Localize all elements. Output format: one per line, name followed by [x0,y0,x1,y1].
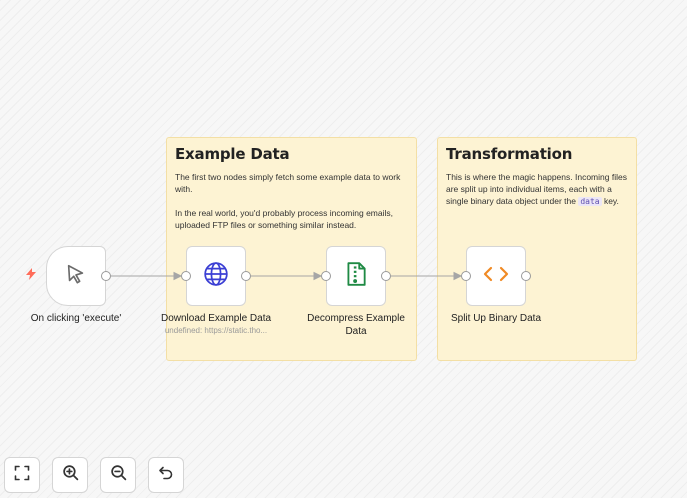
output-handle[interactable] [521,271,531,281]
zoom-in-button[interactable] [52,457,88,493]
input-handle[interactable] [181,271,191,281]
node-label: On clicking 'execute' [30,313,122,324]
cursor-icon [65,263,87,290]
connection-arrow [453,271,463,281]
input-handle[interactable] [321,271,331,281]
globe-icon [203,261,229,292]
lightning-icon [26,268,36,283]
node-download-example-data[interactable] [186,246,246,306]
node-label: Download Example Data [160,313,272,324]
output-handle[interactable] [101,271,111,281]
node-subtitle: undefined: https://static.tho... [164,326,268,335]
fullscreen-icon [14,465,30,486]
connection-arrow [173,271,183,281]
node-decompress-example-data[interactable] [326,246,386,306]
output-handle[interactable] [241,271,251,281]
zoom-out-button[interactable] [100,457,136,493]
output-handle[interactable] [381,271,391,281]
connection-arrow [313,271,323,281]
zoom-out-icon [110,464,127,486]
workflow-canvas[interactable]: Example Data The first two nodes simply … [0,0,687,498]
zip-file-icon [345,261,367,292]
node-label: Split Up Binary Data [450,313,542,324]
reset-zoom-button[interactable] [148,457,184,493]
node-trigger[interactable] [46,246,106,306]
node-label: Decompress Example Data [307,313,405,337]
input-handle[interactable] [461,271,471,281]
undo-icon [158,465,174,486]
fit-view-button[interactable] [4,457,40,493]
node-split-up-binary-data[interactable] [466,246,526,306]
code-icon [483,264,509,289]
zoom-in-icon [62,464,79,486]
